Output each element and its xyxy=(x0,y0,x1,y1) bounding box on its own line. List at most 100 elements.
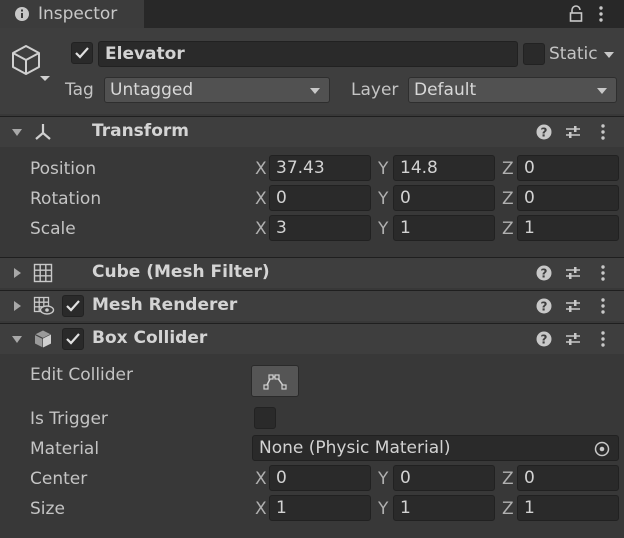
size-x-field[interactable]: 1 xyxy=(269,495,371,521)
axis-y-label[interactable]: Y xyxy=(378,469,388,489)
material-field[interactable]: None (Physic Material) xyxy=(252,435,619,461)
kebab-icon[interactable] xyxy=(600,330,606,348)
help-icon[interactable]: ? xyxy=(536,265,552,281)
transform-body: Position X 37.43 Y 14.8 Z 0 Rotation X 0… xyxy=(0,147,624,255)
static-dropdown-icon[interactable] xyxy=(603,51,615,59)
axis-z-label[interactable]: Z xyxy=(502,469,514,489)
is-trigger-checkbox[interactable] xyxy=(254,407,276,429)
svg-text:?: ? xyxy=(541,267,548,281)
kebab-icon[interactable] xyxy=(600,123,606,141)
presets-icon[interactable] xyxy=(565,331,581,347)
rotation-z-field[interactable]: 0 xyxy=(517,185,619,211)
kebab-icon[interactable] xyxy=(600,297,606,315)
axis-z-label[interactable]: Z xyxy=(502,219,514,239)
scale-y-field[interactable]: 1 xyxy=(393,215,495,241)
position-label: Position xyxy=(30,159,97,179)
position-z-value: 0 xyxy=(524,158,535,178)
is-trigger-label: Is Trigger xyxy=(30,409,108,429)
static-checkbox[interactable] xyxy=(523,43,545,65)
box-collider-icon xyxy=(33,329,53,349)
kebab-icon[interactable] xyxy=(600,264,606,282)
edit-collider-icon xyxy=(263,374,287,390)
mesh-renderer-header[interactable]: Mesh Renderer ? xyxy=(0,290,624,321)
axis-x-label[interactable]: X xyxy=(255,159,267,179)
axis-y-label[interactable]: Y xyxy=(378,219,388,239)
transform-header[interactable]: Transform ? xyxy=(0,116,624,147)
static-label[interactable]: Static xyxy=(549,44,598,64)
object-name-field[interactable]: Elevator xyxy=(98,41,518,67)
edit-collider-button[interactable] xyxy=(251,365,299,397)
help-icon[interactable]: ? xyxy=(536,124,552,140)
rotation-y-field[interactable]: 0 xyxy=(393,185,495,211)
checkmark-icon xyxy=(75,47,89,59)
transform-title: Transform xyxy=(92,121,189,141)
active-checkbox[interactable] xyxy=(71,42,93,64)
center-y-value: 0 xyxy=(400,468,411,488)
tag-dropdown[interactable]: Untagged xyxy=(104,77,330,103)
position-y-field[interactable]: 14.8 xyxy=(393,155,495,181)
axis-x-label[interactable]: X xyxy=(255,469,267,489)
position-x-value: 37.43 xyxy=(276,158,325,178)
position-x-field[interactable]: 37.43 xyxy=(269,155,371,181)
center-z-field[interactable]: 0 xyxy=(517,465,619,491)
foldout-arrow-icon[interactable] xyxy=(12,300,22,312)
chevron-down-icon xyxy=(309,87,321,95)
rotation-y-value: 0 xyxy=(400,188,411,208)
center-y-field[interactable]: 0 xyxy=(393,465,495,491)
size-y-value: 1 xyxy=(400,498,411,518)
position-z-field[interactable]: 0 xyxy=(517,155,619,181)
axis-y-label[interactable]: Y xyxy=(378,159,388,179)
scale-label: Scale xyxy=(30,219,76,239)
tag-value: Untagged xyxy=(110,80,194,100)
layer-value: Default xyxy=(414,80,477,100)
axis-y-label[interactable]: Y xyxy=(378,189,388,209)
mesh-renderer-title: Mesh Renderer xyxy=(92,295,238,315)
foldout-arrow-icon[interactable] xyxy=(11,126,23,138)
axis-z-label[interactable]: Z xyxy=(502,189,514,209)
foldout-arrow-icon[interactable] xyxy=(12,267,22,279)
layer-label: Layer xyxy=(351,80,399,100)
object-picker-icon[interactable] xyxy=(594,441,610,457)
rotation-x-value: 0 xyxy=(276,188,287,208)
box-collider-enabled-checkbox[interactable] xyxy=(62,328,84,350)
size-y-field[interactable]: 1 xyxy=(393,495,495,521)
axis-y-label[interactable]: Y xyxy=(378,499,388,519)
presets-icon[interactable] xyxy=(565,298,581,314)
layer-dropdown[interactable]: Default xyxy=(408,77,617,103)
scale-x-field[interactable]: 3 xyxy=(269,215,371,241)
info-icon xyxy=(14,6,30,22)
size-z-field[interactable]: 1 xyxy=(517,495,619,521)
tab-inspector[interactable]: Inspector xyxy=(0,0,144,28)
center-x-field[interactable]: 0 xyxy=(269,465,371,491)
help-icon[interactable]: ? xyxy=(536,298,552,314)
tab-bar: Inspector xyxy=(0,0,624,28)
presets-icon[interactable] xyxy=(565,124,581,140)
grid-icon xyxy=(33,263,53,283)
presets-icon[interactable] xyxy=(565,265,581,281)
cube-outline-icon[interactable] xyxy=(10,42,50,82)
checkmark-icon xyxy=(66,333,80,345)
foldout-arrow-icon[interactable] xyxy=(11,333,23,345)
material-label: Material xyxy=(30,439,100,459)
help-icon[interactable]: ? xyxy=(536,331,552,347)
axis-x-label[interactable]: X xyxy=(255,499,267,519)
scale-y-value: 1 xyxy=(400,218,411,238)
edit-collider-label: Edit Collider xyxy=(30,365,134,385)
size-z-value: 1 xyxy=(524,498,535,518)
object-header: Elevator Static Tag Untagged Layer Defau… xyxy=(0,28,624,114)
kebab-icon[interactable] xyxy=(598,5,604,23)
box-collider-header[interactable]: Box Collider ? xyxy=(0,323,624,354)
mesh-renderer-enabled-checkbox[interactable] xyxy=(62,295,84,317)
axis-x-label[interactable]: X xyxy=(255,219,267,239)
lock-icon[interactable] xyxy=(568,5,584,23)
axis-z-label[interactable]: Z xyxy=(502,499,514,519)
center-x-value: 0 xyxy=(276,468,287,488)
tab-title: Inspector xyxy=(38,4,118,24)
axis-x-label[interactable]: X xyxy=(255,189,267,209)
scale-z-field[interactable]: 1 xyxy=(517,215,619,241)
mesh-filter-header[interactable]: Cube (Mesh Filter) ? xyxy=(0,257,624,288)
mesh-filter-title: Cube (Mesh Filter) xyxy=(92,262,270,282)
scale-z-value: 1 xyxy=(524,218,535,238)
axis-z-label[interactable]: Z xyxy=(502,159,514,179)
rotation-x-field[interactable]: 0 xyxy=(269,185,371,211)
